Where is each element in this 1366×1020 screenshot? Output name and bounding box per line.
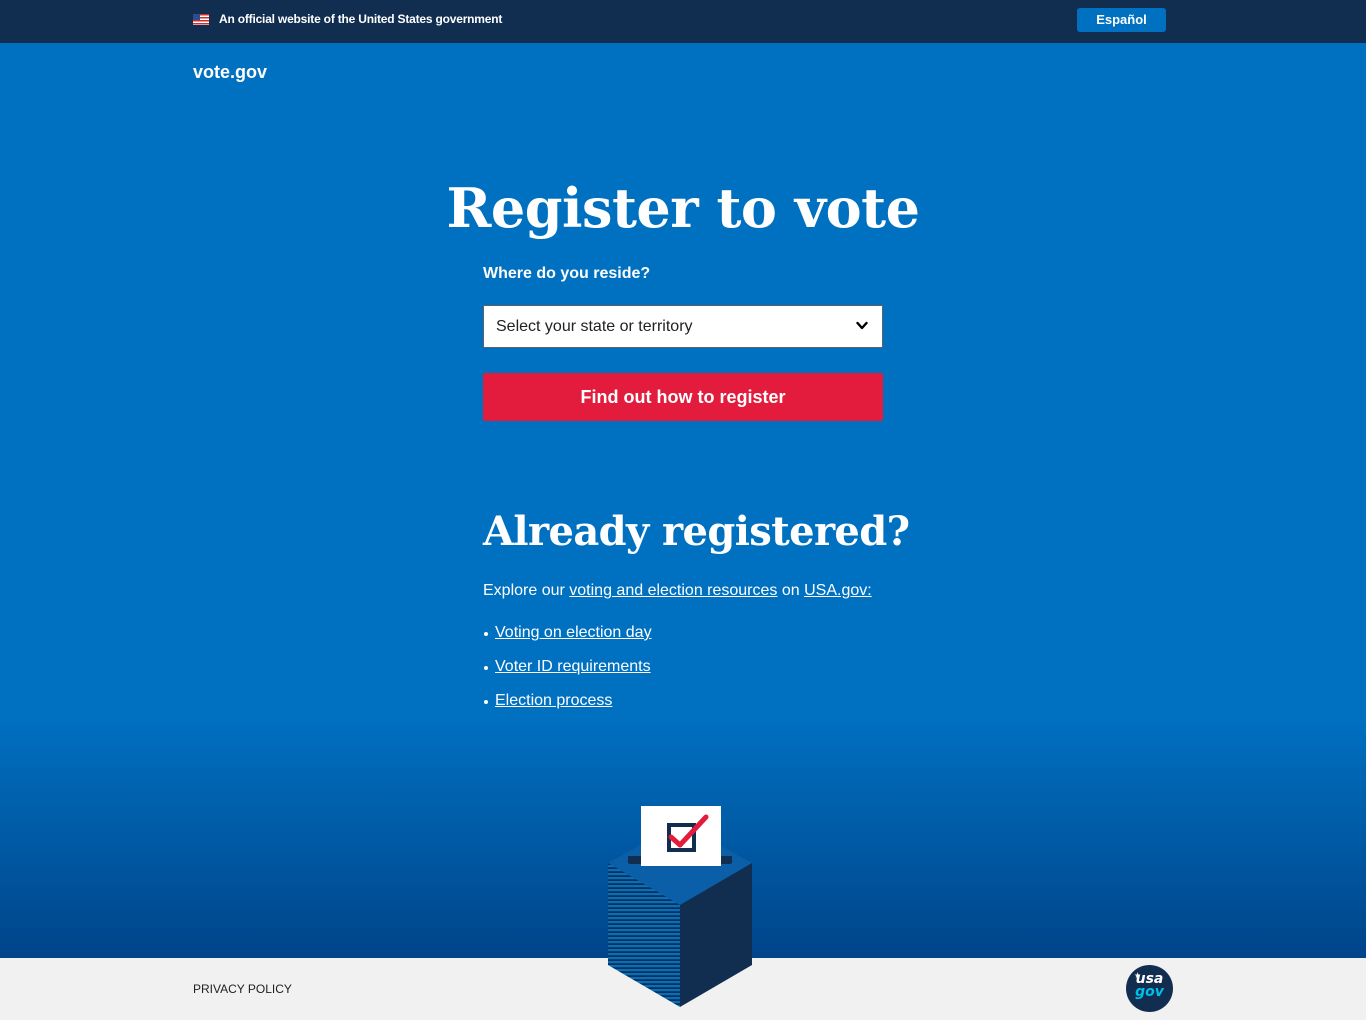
- state-select[interactable]: Select your state or territory: [483, 305, 883, 348]
- explore-prefix: Explore our: [483, 582, 565, 599]
- state-select-value: Select your state or territory: [496, 318, 693, 335]
- list-item: Election process: [483, 692, 652, 726]
- explore-resources-text: Explore our voting and election resource…: [483, 582, 872, 600]
- voting-resources-link[interactable]: voting and election resources: [569, 582, 777, 599]
- find-out-how-to-register-button[interactable]: Find out how to register: [483, 373, 883, 421]
- gov-banner: An official website of the United States…: [0, 0, 1366, 43]
- privacy-policy-link[interactable]: PRIVACY POLICY: [193, 982, 292, 996]
- usagov-link[interactable]: USA.gov:: [804, 582, 872, 599]
- election-process-link[interactable]: Election process: [495, 692, 612, 709]
- voter-id-requirements-link[interactable]: Voter ID requirements: [495, 658, 651, 675]
- list-item: Voter ID requirements: [483, 658, 652, 692]
- page-title: Register to vote: [446, 176, 920, 240]
- usagov-logo-bottom: gov: [1135, 984, 1164, 1000]
- official-website-text: An official website of the United States…: [219, 12, 503, 26]
- resources-list: Voting on election day Voter ID requirem…: [483, 624, 652, 726]
- espanol-language-button[interactable]: Español: [1077, 8, 1166, 32]
- us-flag-icon: [193, 14, 209, 25]
- voting-on-election-day-link[interactable]: Voting on election day: [495, 624, 652, 641]
- explore-middle: on: [781, 582, 800, 599]
- list-item: Voting on election day: [483, 624, 652, 658]
- already-registered-heading: Already registered?: [483, 508, 910, 555]
- reside-label: Where do you reside?: [483, 265, 651, 282]
- ballot-box-icon: [608, 806, 752, 1007]
- site-logo[interactable]: vote.gov: [193, 62, 267, 83]
- chevron-down-icon: [856, 321, 868, 330]
- usagov-logo-icon[interactable]: ★ usa gov: [1126, 965, 1173, 1012]
